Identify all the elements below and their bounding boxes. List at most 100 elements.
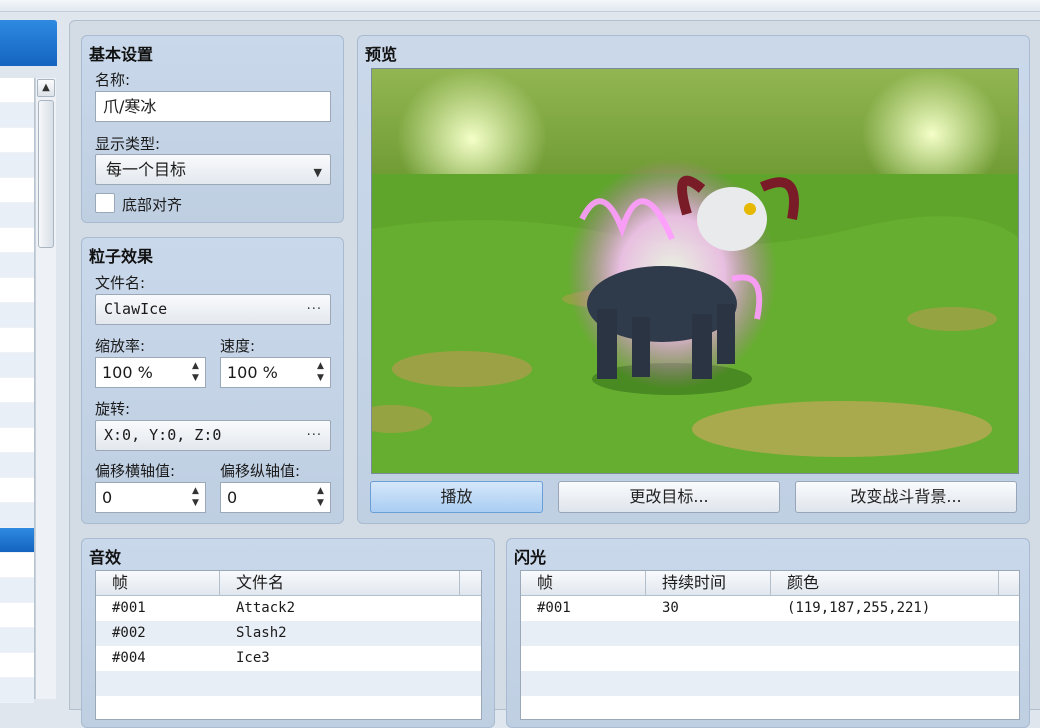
table-header: 帧 文件名 [96, 571, 481, 596]
cell-frame: #002 [112, 625, 146, 641]
animation-list[interactable] [0, 78, 35, 703]
list-item[interactable] [0, 328, 34, 353]
table-header: 帧 持续时间 颜色 [521, 571, 1019, 596]
panel-title: 闪光 [514, 548, 547, 567]
speed-value: 100 % [227, 363, 278, 382]
list-item[interactable] [0, 178, 34, 203]
offset-y-label: 偏移纵轴值: [220, 462, 301, 480]
list-item[interactable] [0, 78, 34, 103]
align-bottom-label: 底部对齐 [122, 196, 183, 214]
cell-file: Slash2 [236, 625, 287, 641]
particle-effect-panel: 粒子效果 文件名: ClawIce ··· 缩放率: 速度: 100 % ▲ ▼ … [81, 237, 344, 524]
animation-editor: 基本设置 名称: 爪/寒冰 显示类型: 每一个目标 ▼ 底部对齐 粒子效果 文件… [69, 20, 1040, 728]
ellipsis-icon: ··· [306, 428, 322, 443]
list-item[interactable] [0, 578, 34, 603]
table-row[interactable]: #002 Slash2 [96, 621, 481, 646]
panel-title: 预览 [365, 45, 398, 64]
up-down-arrows-icon[interactable]: ▲ ▼ [190, 485, 201, 509]
list-item[interactable] [0, 128, 34, 153]
up-down-arrows-icon[interactable]: ▲ ▼ [315, 485, 326, 509]
list-scrollbar[interactable]: ▲ [35, 78, 56, 699]
cell-file: Ice3 [236, 650, 270, 666]
battle-background-image [372, 69, 1018, 473]
list-item[interactable] [0, 503, 34, 528]
flash-panel: 闪光 帧 持续时间 颜色 #001 30 (119,187,255,221) [506, 538, 1030, 728]
list-item[interactable] [0, 428, 34, 453]
column-header-duration[interactable]: 持续时间 [646, 571, 771, 595]
list-item[interactable] [0, 628, 34, 653]
table-row[interactable]: #001 30 (119,187,255,221) [521, 596, 1019, 621]
list-item[interactable] [0, 678, 34, 703]
scale-label: 缩放率: [95, 337, 146, 355]
list-item[interactable] [0, 603, 34, 628]
chevron-down-icon: ▼ [313, 166, 322, 179]
list-item[interactable] [0, 653, 34, 678]
animation-list-panel: ▲ [0, 20, 57, 703]
offset-x-spinner[interactable]: 0 ▲ ▼ [95, 482, 206, 513]
column-header-frame[interactable]: 帧 [521, 571, 646, 595]
name-label: 名称: [95, 71, 131, 89]
list-item[interactable] [0, 253, 34, 278]
change-battle-background-button[interactable]: 改变战斗背景... [795, 481, 1017, 513]
column-header-file[interactable]: 文件名 [220, 571, 460, 595]
file-name-label: 文件名: [95, 274, 146, 292]
table-row[interactable]: #004 Ice3 [96, 646, 481, 671]
window-top-bar [0, 0, 1040, 12]
ellipsis-icon: ··· [306, 302, 322, 317]
flash-table[interactable]: 帧 持续时间 颜色 #001 30 (119,187,255,221) [520, 570, 1020, 720]
speed-label: 速度: [220, 337, 256, 355]
column-header-frame[interactable]: 帧 [96, 571, 220, 595]
up-down-arrows-icon[interactable]: ▲ ▼ [190, 360, 201, 384]
display-type-value: 每一个目标 [106, 160, 187, 179]
table-row-empty[interactable] [521, 671, 1019, 696]
list-item[interactable] [0, 403, 34, 428]
column-header-color[interactable]: 颜色 [771, 571, 999, 595]
display-type-label: 显示类型: [95, 135, 161, 153]
table-row-empty[interactable] [96, 671, 481, 696]
sound-effects-table[interactable]: 帧 文件名 #001 Attack2 #002 Slash2 #004 Ice3 [95, 570, 482, 720]
list-item-selected[interactable] [0, 528, 34, 553]
rotation-picker[interactable]: X:0, Y:0, Z:0 ··· [95, 420, 331, 451]
list-item[interactable] [0, 153, 34, 178]
file-name-picker[interactable]: ClawIce ··· [95, 294, 331, 325]
offset-x-value: 0 [102, 488, 113, 507]
list-item[interactable] [0, 378, 34, 403]
list-item[interactable] [0, 103, 34, 128]
cell-frame: #001 [537, 600, 571, 616]
list-item[interactable] [0, 203, 34, 228]
rotation-label: 旋转: [95, 400, 131, 418]
sound-effects-panel: 音效 帧 文件名 #001 Attack2 #002 Slash2 #004 I… [81, 538, 495, 728]
list-item[interactable] [0, 303, 34, 328]
list-item[interactable] [0, 228, 34, 253]
table-row-empty[interactable] [521, 621, 1019, 646]
offset-y-spinner[interactable]: 0 ▲ ▼ [220, 482, 331, 513]
offset-y-value: 0 [227, 488, 238, 507]
name-field[interactable]: 爪/寒冰 [95, 91, 331, 122]
cell-frame: #004 [112, 650, 146, 666]
scrollbar-thumb[interactable] [38, 100, 54, 248]
table-row-empty[interactable] [521, 646, 1019, 671]
list-item[interactable] [0, 278, 34, 303]
cell-duration: 30 [662, 600, 679, 616]
panel-title: 粒子效果 [89, 247, 154, 266]
up-down-arrows-icon[interactable]: ▲ ▼ [315, 360, 326, 384]
play-button[interactable]: 播放 [370, 481, 543, 513]
list-item[interactable] [0, 353, 34, 378]
list-item[interactable] [0, 553, 34, 578]
scale-spinner[interactable]: 100 % ▲ ▼ [95, 357, 206, 388]
basic-settings-panel: 基本设置 名称: 爪/寒冰 显示类型: 每一个目标 ▼ 底部对齐 [81, 35, 344, 223]
list-item[interactable] [0, 478, 34, 503]
cell-color: (119,187,255,221) [787, 600, 931, 616]
list-item[interactable] [0, 453, 34, 478]
cell-file: Attack2 [236, 600, 296, 616]
scroll-up-icon[interactable]: ▲ [37, 79, 55, 97]
table-row[interactable]: #001 Attack2 [96, 596, 481, 621]
align-bottom-checkbox[interactable] [95, 193, 115, 213]
battle-preview-canvas[interactable] [371, 68, 1019, 474]
speed-spinner[interactable]: 100 % ▲ ▼ [220, 357, 331, 388]
change-target-button[interactable]: 更改目标... [558, 481, 780, 513]
file-name-value: ClawIce [104, 300, 168, 318]
display-type-select[interactable]: 每一个目标 ▼ [95, 154, 331, 185]
list-header-selected[interactable] [0, 20, 57, 66]
rotation-value: X:0, Y:0, Z:0 [104, 426, 222, 444]
